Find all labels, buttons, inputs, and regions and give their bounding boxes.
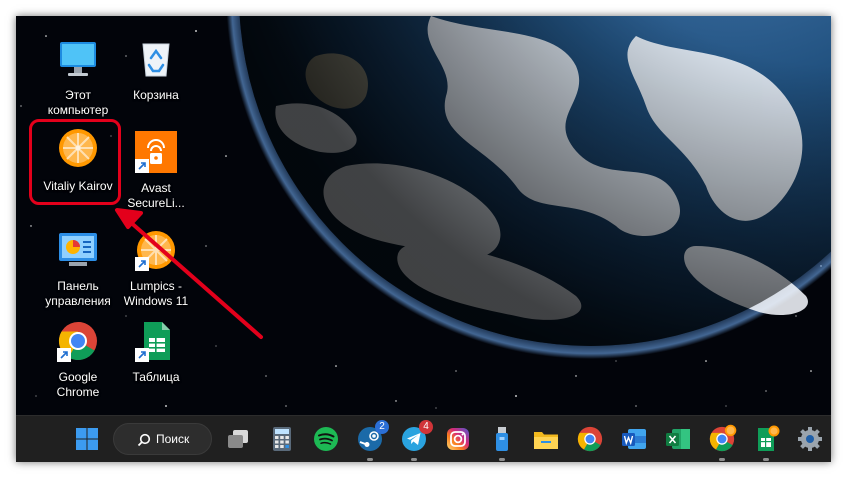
recycle-bin-icon xyxy=(142,43,170,77)
windows-start-icon xyxy=(76,428,98,450)
control-panel-icon xyxy=(59,233,97,266)
taskbar-file-explorer[interactable] xyxy=(531,424,561,454)
taskbar-instagram[interactable] xyxy=(443,424,473,454)
desktop-icon-avast-secureline[interactable]: Avast SecureLi... xyxy=(114,121,198,213)
running-indicator xyxy=(367,458,373,461)
shortcut-arrow-icon xyxy=(135,257,149,271)
taskbar-task-view[interactable] xyxy=(223,424,253,454)
taskbar-excel[interactable] xyxy=(663,424,693,454)
taskbar-sheets-lumpics[interactable] xyxy=(751,424,781,461)
instagram-icon xyxy=(447,428,469,450)
taskbar-telegram[interactable]: 4 xyxy=(399,420,433,461)
desktop-icon-label: Таблица xyxy=(132,370,180,384)
taskbar-start-button[interactable] xyxy=(72,424,102,454)
taskbar-chrome-lumpics[interactable] xyxy=(707,424,737,461)
taskbar-search-box[interactable]: Поиск xyxy=(113,423,212,455)
highlight-frame xyxy=(29,119,121,205)
search-label: Поиск xyxy=(156,432,190,446)
running-indicator xyxy=(411,458,417,461)
word-icon xyxy=(622,429,646,449)
shortcut-arrow-icon xyxy=(135,348,149,362)
excel-icon xyxy=(666,429,690,449)
spotify-icon xyxy=(314,427,338,451)
desktop-icon-label: Lumpics - Windows 11 xyxy=(123,279,189,308)
desktop-icon-lumpics[interactable]: Lumpics - Windows 11 xyxy=(114,219,198,311)
sheets-orange-icon xyxy=(758,425,780,451)
chrome-icon xyxy=(577,426,603,452)
desktop-icon-label: Панель управления xyxy=(45,279,111,308)
shortcut-arrow-icon xyxy=(57,348,71,362)
telegram-notification-badge: 4 xyxy=(419,420,433,434)
task-view-icon xyxy=(228,430,248,448)
usb-drive-icon xyxy=(496,427,508,451)
folder-icon xyxy=(534,432,558,449)
taskbar: Поиск 2 4 xyxy=(16,415,831,462)
taskbar-word[interactable] xyxy=(619,424,649,454)
calculator-icon xyxy=(273,427,291,451)
desktop-icon-label: Корзина xyxy=(133,88,179,102)
taskbar-settings[interactable] xyxy=(795,424,825,454)
shortcut-arrow-icon xyxy=(135,159,149,173)
desktop-icon-control-panel[interactable]: Панель управления xyxy=(36,219,120,311)
desktop-icon-this-pc[interactable]: Этот компьютер xyxy=(36,28,120,120)
taskbar-usb-drive[interactable] xyxy=(487,424,517,461)
desktop-icon-label: Этот компьютер xyxy=(47,88,109,117)
desktop-icon-label: Avast SecureLi... xyxy=(127,181,185,210)
taskbar-spotify[interactable] xyxy=(311,424,341,454)
settings-gear-icon xyxy=(798,427,822,451)
chrome-orange-icon xyxy=(709,424,737,452)
taskbar-calculator[interactable] xyxy=(267,424,297,454)
desktop-screen: Этот компьютер Корзина Vitaliy Kairov Av… xyxy=(16,16,831,462)
desktop-icon-google-chrome[interactable]: Google Chrome xyxy=(36,310,120,402)
taskbar-chrome[interactable] xyxy=(575,424,605,454)
taskbar-steam[interactable]: 2 xyxy=(355,420,389,461)
running-indicator xyxy=(763,458,769,461)
desktop-icon-label: Google Chrome xyxy=(56,370,100,399)
running-indicator xyxy=(719,458,725,461)
steam-notification-badge: 2 xyxy=(375,420,389,434)
desktop-icon-spreadsheet[interactable]: Таблица xyxy=(114,310,198,402)
desktop-icon-recycle-bin[interactable]: Корзина xyxy=(114,28,198,120)
monitor-icon xyxy=(60,42,96,76)
running-indicator xyxy=(499,458,505,461)
search-icon xyxy=(137,433,151,447)
